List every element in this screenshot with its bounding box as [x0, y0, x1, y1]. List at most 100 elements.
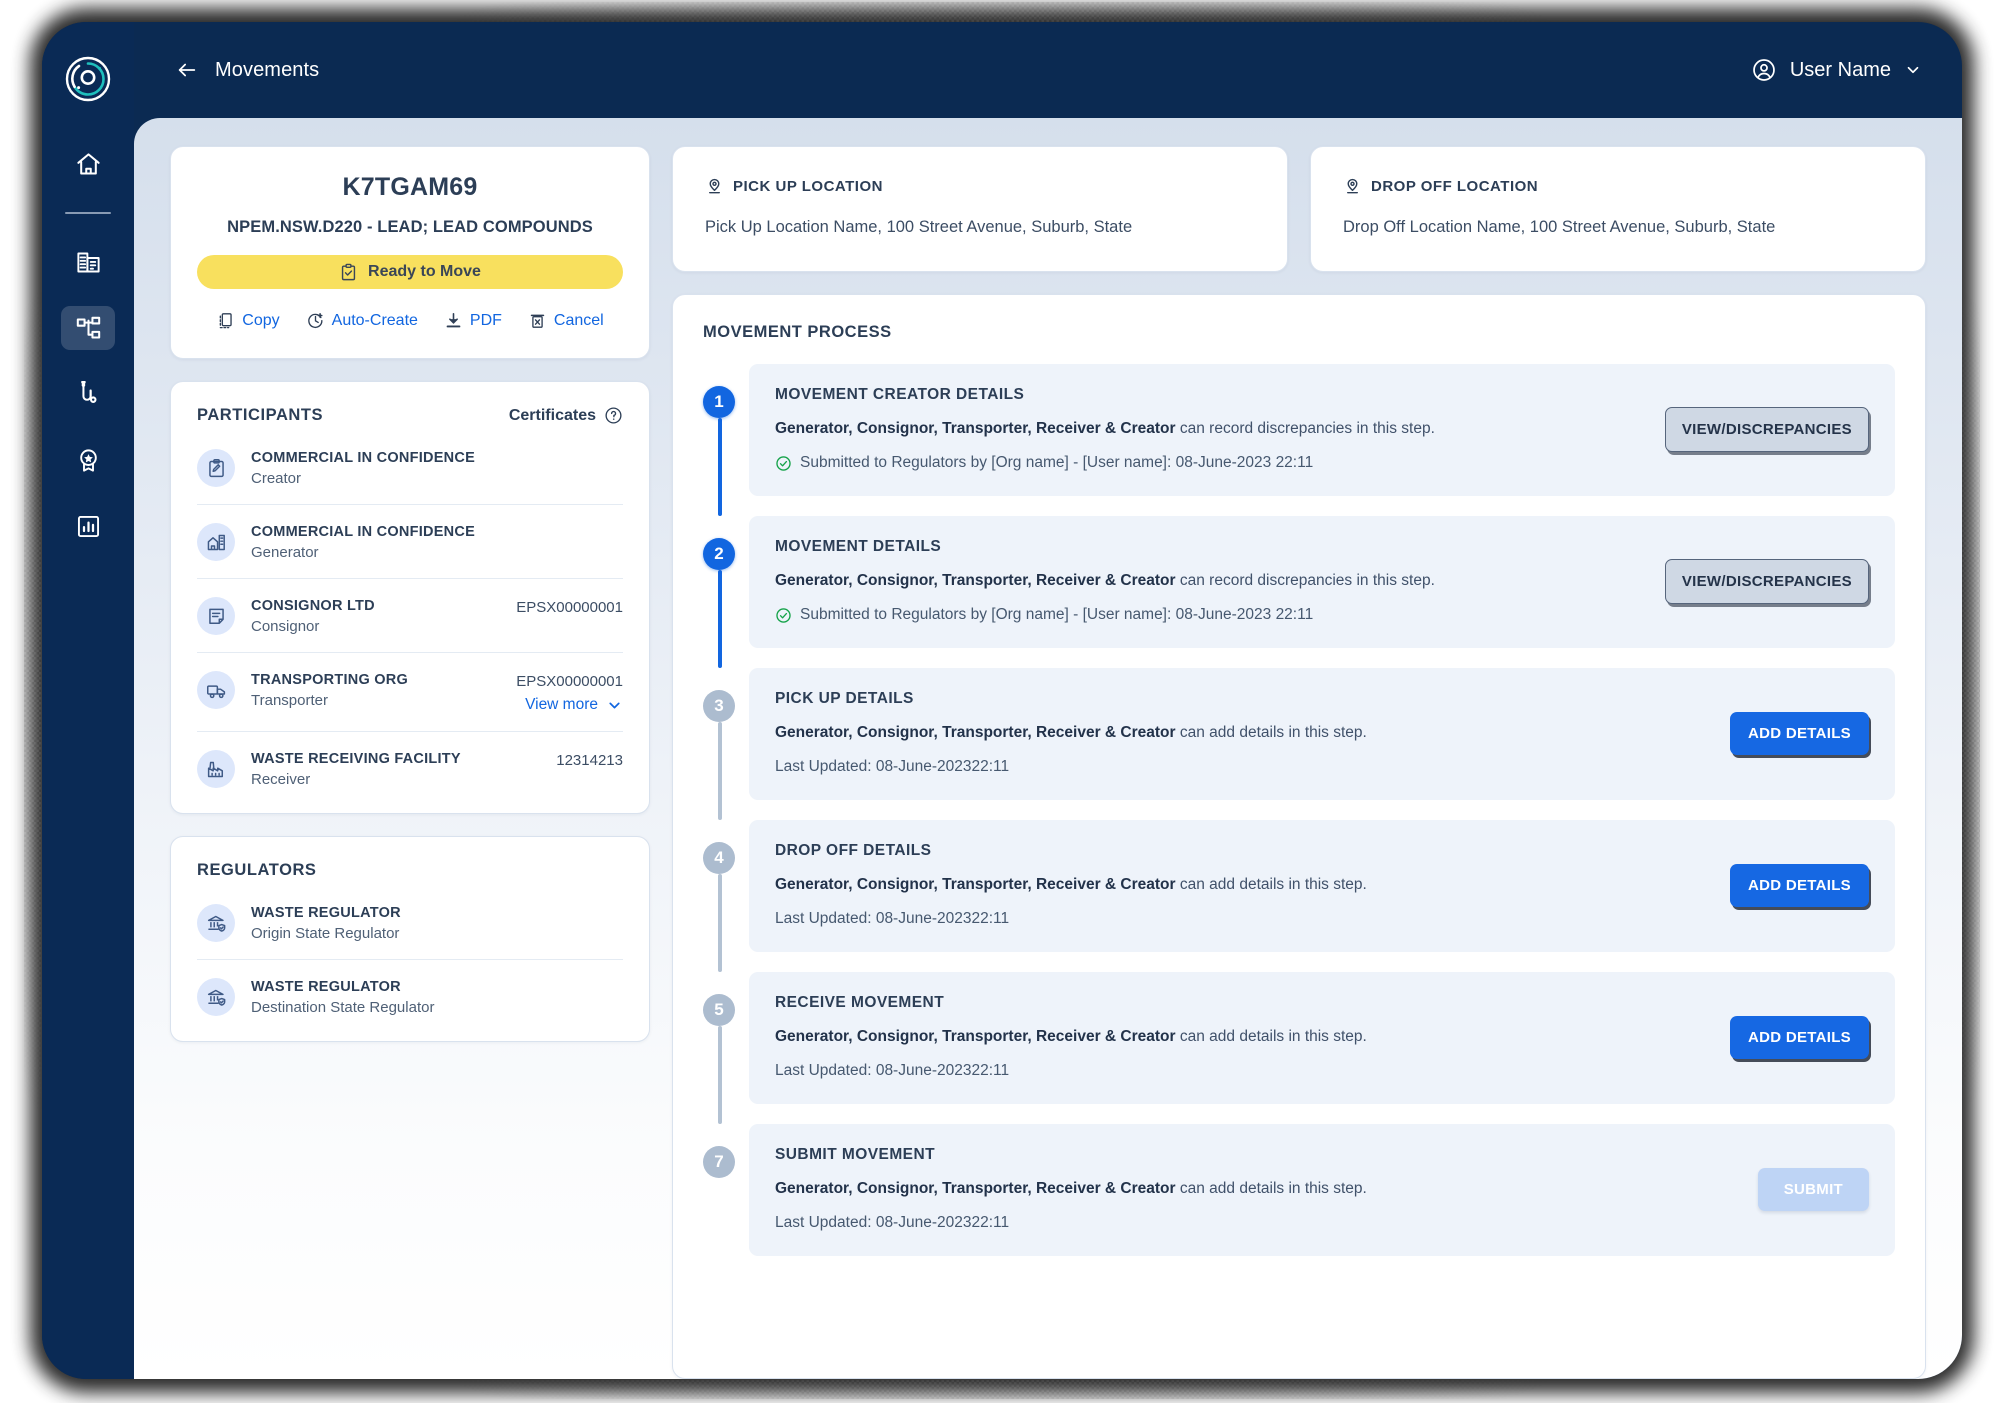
map-pin-icon	[1343, 177, 1362, 196]
step-meta-text: Submitted to Regulators by [Org name] - …	[800, 606, 1314, 623]
status-label: Ready to Move	[368, 263, 481, 280]
step-description-rest: can add details in this step.	[1175, 876, 1367, 893]
participants-certificate: 12314213	[556, 752, 623, 769]
view-discrepancies-button[interactable]: VIEW/DISCREPANCIES	[1664, 558, 1869, 604]
sidebar-item-routes[interactable]	[61, 372, 115, 416]
home-icon	[76, 152, 100, 175]
participants-role: Receiver	[251, 771, 311, 788]
participants-row: COMMERCIAL IN CONFIDENCE Generator	[197, 505, 623, 579]
factory-home-icon	[197, 523, 235, 561]
sidebar-item-reports[interactable]	[61, 504, 115, 548]
step-number-badge: 4	[703, 842, 735, 874]
step-meta: Submitted to Regulators by [Org name] - …	[775, 454, 1645, 472]
certificates-label: Certificates	[508, 406, 596, 424]
step-connector-line	[718, 1026, 722, 1124]
add-details-button[interactable]: ADD DETAILS	[1729, 863, 1869, 907]
step-body: MOVEMENT CREATOR DETAILS Generator, Cons…	[749, 364, 1895, 496]
step-description-roles: Generator, Consignor, Transporter, Recei…	[775, 572, 1176, 589]
process-step: 1 MOVEMENT CREATOR DETAILS Generator, Co…	[703, 364, 1895, 516]
location-header: DROP OFF LOCATION	[1343, 177, 1893, 196]
truck-icon	[197, 671, 235, 709]
check-circle-icon	[775, 455, 792, 472]
certificates-toggle[interactable]: Certificates	[509, 406, 623, 425]
participants-row: COMMERCIAL IN CONFIDENCE Creator	[197, 431, 623, 505]
step-number-badge: 1	[703, 386, 735, 418]
location-card: PICK UP LOCATION Pick Up Location Name, …	[672, 146, 1288, 272]
auto-create-button[interactable]: Auto-Create	[306, 311, 418, 330]
sidebar-item-home[interactable]	[61, 142, 115, 186]
trash-icon	[530, 314, 545, 328]
app-logo[interactable]	[64, 55, 112, 103]
regulators-role: Origin State Regulator	[251, 925, 400, 942]
step-description: Generator, Consignor, Transporter, Recei…	[775, 572, 1645, 590]
step-number-badge: 3	[703, 690, 735, 722]
submit-button: SUBMIT	[1757, 1167, 1869, 1211]
waste-code-label: NPEM.NSW.D220 - LEAD; LEAD COMPOUNDS	[227, 218, 593, 236]
step-title: RECEIVE MOVEMENT	[775, 994, 945, 1011]
location-title: DROP OFF LOCATION	[1371, 178, 1539, 195]
copy-icon	[219, 313, 232, 329]
location-header: PICK UP LOCATION	[705, 177, 1255, 196]
copy-button[interactable]: Copy	[216, 311, 280, 330]
regulators-title: REGULATORS	[197, 861, 317, 879]
step-body: RECEIVE MOVEMENT Generator, Consignor, T…	[749, 972, 1895, 1104]
participants-row: TRANSPORTING ORG Transporter EPSX0000000…	[197, 653, 623, 732]
step-meta-text: Last Updated: 08-June-202322:11	[775, 1214, 1010, 1231]
bank-shield-icon	[197, 904, 235, 942]
movement-process-title: MOVEMENT PROCESS	[703, 323, 892, 341]
step-description-rest: can record discrepancies in this step.	[1175, 572, 1435, 589]
sidebar-item-movements[interactable]	[61, 306, 115, 350]
view-more-button[interactable]: View more	[516, 696, 623, 714]
process-step: 5 RECEIVE MOVEMENT Generator, Consignor,…	[703, 972, 1895, 1124]
document-icon	[197, 597, 235, 635]
step-connector-line	[718, 570, 722, 668]
sidebar-item-certificates[interactable]	[61, 438, 115, 482]
download-icon	[446, 312, 461, 328]
participants-list: COMMERCIAL IN CONFIDENCE Creator COMMERC…	[197, 431, 623, 805]
add-details-button[interactable]: ADD DETAILS	[1729, 1015, 1869, 1059]
clipboard-check-icon	[341, 263, 356, 280]
view-discrepancies-button[interactable]: VIEW/DISCREPANCIES	[1664, 406, 1869, 452]
back-to-movements[interactable]: Movements	[176, 59, 319, 82]
breadcrumb-label: Movements	[215, 58, 320, 81]
step-body: MOVEMENT DETAILS Generator, Consignor, T…	[749, 516, 1895, 648]
pdf-label: PDF	[469, 311, 502, 329]
app-window: Movements User Name K7TGAM69 NPEM.NSW.D2…	[42, 22, 1962, 1379]
step-meta: Last Updated: 08-June-202322:11	[775, 910, 1710, 928]
chevron-down-icon	[609, 702, 620, 708]
regulators-name: WASTE REGULATOR	[251, 979, 401, 995]
participants-title: PARTICIPANTS	[197, 406, 324, 424]
view-more-label: View more	[525, 696, 598, 713]
step-description-rest: can add details in this step.	[1175, 724, 1367, 741]
process-step: 7 SUBMIT MOVEMENT Generator, Consignor, …	[703, 1124, 1895, 1256]
pdf-button[interactable]: PDF	[444, 311, 502, 330]
user-avatar-icon	[1753, 59, 1775, 81]
locations-row: PICK UP LOCATION Pick Up Location Name, …	[672, 146, 1926, 272]
step-description: Generator, Consignor, Transporter, Recei…	[775, 420, 1645, 438]
user-menu[interactable]: User Name	[1751, 57, 1922, 83]
participants-row: WASTE RECEIVING FACILITY Receiver 123142…	[197, 732, 623, 805]
step-connector-line	[718, 722, 722, 820]
step-title: PICK UP DETAILS	[775, 690, 914, 707]
step-description-roles: Generator, Consignor, Transporter, Recei…	[775, 1180, 1176, 1197]
factory-icon	[197, 750, 235, 788]
participants-role: Consignor	[251, 618, 320, 635]
step-connector-line	[718, 874, 722, 972]
participants-name: COMMERCIAL IN CONFIDENCE	[251, 524, 476, 540]
cancel-button[interactable]: Cancel	[528, 311, 604, 330]
process-step: 4 DROP OFF DETAILS Generator, Consignor,…	[703, 820, 1895, 972]
participants-card: PARTICIPANTS Certificates COMMERCIAL IN …	[170, 381, 650, 814]
movement-code: K7TGAM69	[342, 173, 478, 201]
status-badge[interactable]: Ready to Move	[197, 255, 623, 289]
step-meta-text: Last Updated: 08-June-202322:11	[775, 758, 1010, 775]
regulators-row: WASTE REGULATOR Destination State Regula…	[197, 960, 623, 1033]
step-description-roles: Generator, Consignor, Transporter, Recei…	[775, 724, 1176, 741]
step-meta-text: Last Updated: 08-June-202322:11	[775, 1062, 1010, 1079]
auto-create-label: Auto-Create	[331, 311, 418, 329]
process-step: 2 MOVEMENT DETAILS Generator, Consignor,…	[703, 516, 1895, 668]
step-description-roles: Generator, Consignor, Transporter, Recei…	[775, 1028, 1176, 1045]
sidebar	[42, 22, 134, 1379]
clipboard-pencil-icon	[197, 449, 235, 487]
sidebar-item-organisations[interactable]	[61, 240, 115, 284]
add-details-button[interactable]: ADD DETAILS	[1729, 711, 1869, 755]
